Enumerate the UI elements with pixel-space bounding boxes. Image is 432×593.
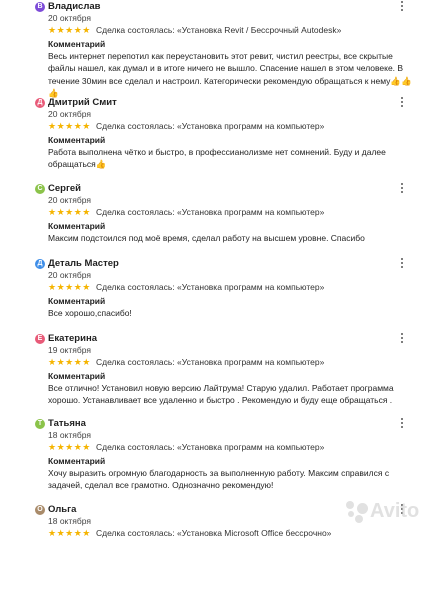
comment-label: Комментарий — [48, 371, 106, 381]
avatar[interactable]: Е — [35, 334, 45, 344]
more-options-icon[interactable] — [400, 418, 404, 430]
rating-stars: ★★★★★ — [48, 357, 91, 367]
deal-status: Сделка состоялась: «Установка Microsoft … — [96, 528, 332, 538]
deal-status: Сделка состоялась: «Установка программ н… — [96, 121, 325, 131]
deal-status: Сделка состоялась: «Установка программ н… — [96, 207, 325, 217]
avatar[interactable]: Т — [35, 419, 45, 429]
avatar[interactable]: В — [35, 2, 45, 12]
deal-status: Сделка состоялась: «Установка программ н… — [96, 442, 325, 452]
review-date: 20 октября — [48, 270, 91, 280]
more-options-icon[interactable] — [400, 333, 404, 345]
avatar[interactable]: О — [35, 505, 45, 515]
rating-stars: ★★★★★ — [48, 282, 91, 292]
avatar[interactable]: Д — [35, 98, 45, 108]
comment-text: Весь интернет перепотил как переустанови… — [48, 51, 412, 98]
comment-text: Работа выполнена чётко и быстро, в профе… — [48, 147, 386, 170]
avito-logo-icon — [346, 500, 368, 523]
avito-watermark-text: Avito — [370, 500, 420, 522]
deal-status: Сделка состоялась: «Установка Revit / Бе… — [96, 25, 342, 35]
review-item: Д Дмитрий Смит 20 октября ★★★★★ Сделка состо… — [0, 96, 432, 186]
comment-label: Комментарий — [48, 296, 106, 306]
rating-stars: ★★★★★ — [48, 207, 91, 217]
deal-status: Сделка состоялась: «Установка программ н… — [96, 357, 325, 367]
comment-text: Хочу выразить огромную благодарность за … — [48, 468, 390, 491]
deal-status: Сделка состоялась: «Установка программ н… — [96, 282, 325, 292]
rating-stars: ★★★★★ — [48, 121, 91, 131]
review-item: Е Екатерина 19 октября ★★★★★ Сделка состояла… — [0, 332, 432, 422]
more-options-icon[interactable] — [400, 183, 404, 195]
comment-text: Все отлично! Установил новую версию Лайт… — [48, 383, 394, 406]
review-date: 20 октября — [48, 13, 91, 23]
review-date: 19 октября — [48, 345, 91, 355]
review-date: 20 октября — [48, 195, 91, 205]
review-date: 20 октября — [48, 109, 91, 119]
avatar[interactable]: С — [35, 184, 45, 194]
review-date: 18 октября — [48, 516, 91, 526]
rating-stars: ★★★★★ — [48, 442, 91, 452]
review-item: В Владислав 20 октября ★★★★★ Сделка состояла… — [0, 0, 432, 98]
comment-text: Максим подстоился под моё время, сделал … — [48, 233, 365, 243]
rating-stars: ★★★★★ — [48, 528, 91, 538]
more-options-icon[interactable] — [400, 1, 404, 13]
comment-label: Комментарий — [48, 135, 106, 145]
comment-label: Комментарий — [48, 221, 106, 231]
comment-label: Комментарий — [48, 39, 106, 49]
review-item: Т Татьяна 18 октября ★★★★★ Сделка состоялась… — [0, 417, 432, 507]
review-date: 18 октября — [48, 430, 91, 440]
comment-label: Комментарий — [48, 456, 106, 466]
comment-text: Все хорошо,спасибо! — [48, 308, 132, 318]
rating-stars: ★★★★★ — [48, 25, 91, 35]
avito-watermark: Avito — [346, 500, 419, 523]
more-options-icon[interactable] — [400, 97, 404, 109]
avatar[interactable]: Д — [35, 259, 45, 269]
more-options-icon[interactable] — [400, 258, 404, 270]
